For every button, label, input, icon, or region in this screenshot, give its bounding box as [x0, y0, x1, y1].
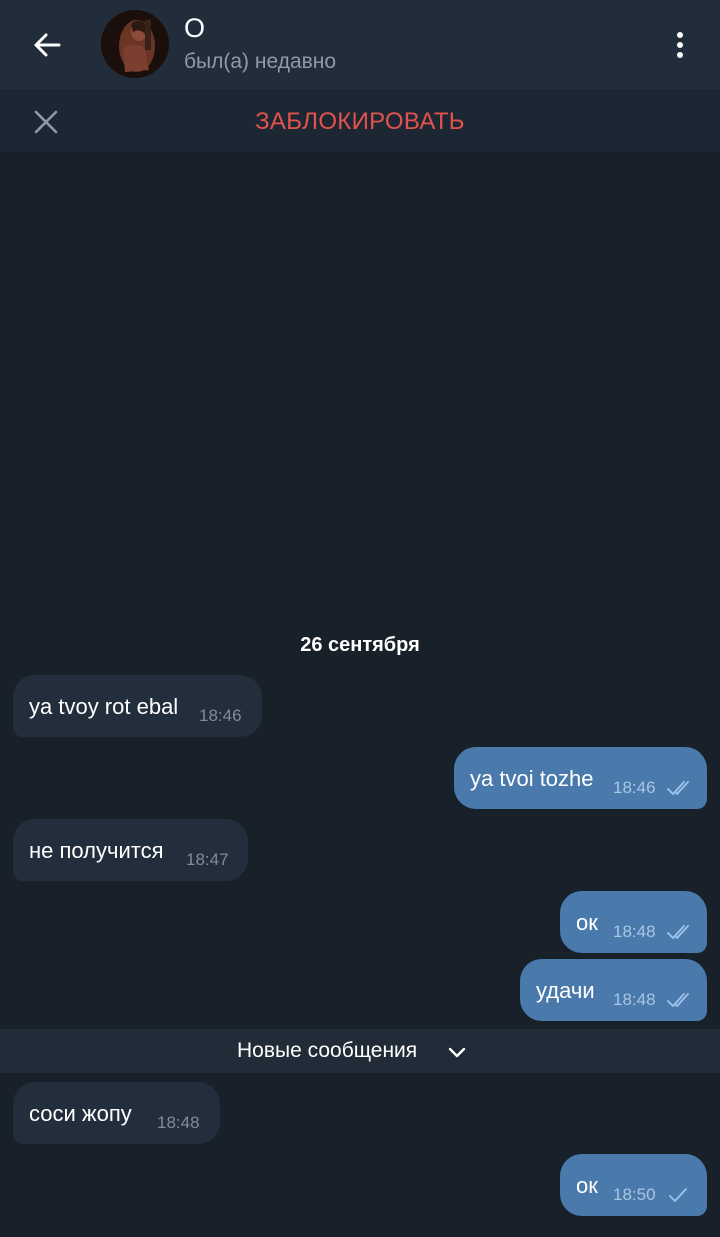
single-check-icon: [669, 1188, 687, 1202]
avatar[interactable]: [101, 10, 169, 78]
contact-status: был(а) недавно: [184, 50, 337, 73]
back-button[interactable]: [22, 24, 72, 66]
message-text: ок: [576, 910, 598, 935]
block-bar: ЗАБЛОКИРОВАТЬ: [0, 92, 720, 152]
message-time: 18:46: [613, 778, 656, 797]
contact-name[interactable]: О: [184, 12, 205, 44]
arrow-left-icon: [34, 33, 61, 57]
chevron-down-icon: [448, 1047, 466, 1058]
message-time: 18:48: [613, 990, 656, 1009]
message-text: удачи: [536, 978, 595, 1003]
message-incoming[interactable]: не получится 18:47: [13, 819, 248, 881]
message-text: ya tvoy rot ebal: [29, 694, 179, 719]
message-outgoing[interactable]: ya tvoi tozhe 18:46: [454, 747, 707, 809]
more-vertical-icon: [677, 32, 683, 58]
message-text: соси жопу: [29, 1101, 132, 1126]
message-text: ya tvoi tozhe: [470, 766, 594, 791]
message-time: 18:48: [613, 922, 656, 941]
chat-header: О был(а) недавно: [0, 0, 720, 91]
more-menu-button[interactable]: [660, 24, 700, 66]
message-incoming[interactable]: соси жопу 18:48: [13, 1082, 220, 1144]
message-outgoing[interactable]: ок 18:50: [560, 1154, 707, 1216]
message-outgoing[interactable]: удачи 18:48: [520, 959, 707, 1021]
message-text: ок: [576, 1173, 598, 1198]
double-check-icon: [667, 993, 689, 1007]
message-incoming[interactable]: ya tvoy rot ebal 18:46: [13, 675, 262, 737]
double-check-icon: [667, 925, 689, 939]
message-time: 18:46: [199, 706, 242, 725]
double-check-icon: [667, 781, 689, 795]
block-button[interactable]: ЗАБЛОКИРОВАТЬ: [0, 108, 720, 136]
message-time: 18:50: [613, 1185, 656, 1204]
message-outgoing[interactable]: ок 18:48: [560, 891, 707, 953]
message-time: 18:47: [186, 850, 229, 869]
message-time: 18:48: [157, 1113, 200, 1132]
avatar-photo: [101, 10, 169, 78]
new-messages-label: Новые сообщения: [237, 1039, 418, 1062]
message-text: не получится: [29, 838, 164, 863]
date-separator: 26 сентября: [300, 634, 420, 656]
new-messages-divider: Новые сообщения: [0, 1029, 720, 1073]
